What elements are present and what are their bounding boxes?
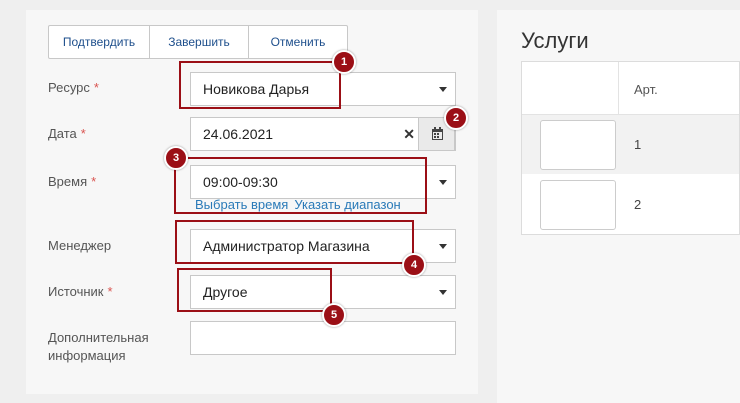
chevron-down-icon xyxy=(439,180,447,185)
extra-info-label-line1: Дополнительная xyxy=(48,330,149,345)
row-image-box[interactable] xyxy=(540,120,616,170)
resource-label: Ресурс * xyxy=(48,80,99,95)
marker-1: 1 xyxy=(332,50,356,74)
required-mark: * xyxy=(80,126,86,141)
marker-4: 4 xyxy=(402,253,426,277)
time-label: Время * xyxy=(48,174,96,189)
cancel-button[interactable]: Отменить xyxy=(249,26,347,58)
header-divider xyxy=(618,62,619,114)
services-table: Арт. 1 2 xyxy=(521,61,740,235)
extra-info-label-line2: информация xyxy=(48,348,126,363)
date-label-text: Дата xyxy=(48,126,77,141)
manager-label: Менеджер xyxy=(48,238,111,253)
source-label-text: Источник xyxy=(48,284,104,299)
table-row[interactable]: 1 xyxy=(522,115,739,174)
marker-3: 3 xyxy=(164,146,188,170)
table-header: Арт. xyxy=(522,62,739,115)
required-mark: * xyxy=(107,284,113,299)
date-input[interactable]: 24.06.2021 ✕ xyxy=(190,117,456,151)
marker-5: 5 xyxy=(322,303,346,327)
required-mark: * xyxy=(93,80,99,95)
row-number: 2 xyxy=(634,197,642,212)
highlight-box-1 xyxy=(179,61,341,109)
extra-info-input[interactable] xyxy=(190,321,456,355)
marker-2: 2 xyxy=(444,106,468,130)
highlight-box-5 xyxy=(177,268,332,312)
highlight-box-3 xyxy=(174,157,427,214)
services-title: Услуги xyxy=(521,28,589,53)
highlight-box-4 xyxy=(175,220,414,264)
clear-icon[interactable]: ✕ xyxy=(403,118,415,150)
action-toolbar: Подтвердить Завершить Отменить xyxy=(48,25,348,59)
column-header-art: Арт. xyxy=(634,82,658,97)
date-label: Дата * xyxy=(48,126,86,141)
chevron-down-icon xyxy=(439,244,447,249)
chevron-down-icon xyxy=(439,87,447,92)
confirm-button[interactable]: Подтвердить xyxy=(49,26,150,58)
source-label: Источник * xyxy=(48,284,113,299)
manager-label-text: Менеджер xyxy=(48,238,112,253)
row-image-box[interactable] xyxy=(540,180,616,230)
extra-info-label: Дополнительная информация xyxy=(48,329,149,365)
table-row[interactable]: 2 xyxy=(522,175,739,234)
finish-button[interactable]: Завершить xyxy=(150,26,249,58)
row-number: 1 xyxy=(634,137,642,152)
time-label-text: Время xyxy=(48,174,88,189)
date-value: 24.06.2021 xyxy=(203,126,274,142)
required-mark: * xyxy=(91,174,97,189)
chevron-down-icon xyxy=(439,290,447,295)
resource-label-text: Ресурс xyxy=(48,80,90,95)
